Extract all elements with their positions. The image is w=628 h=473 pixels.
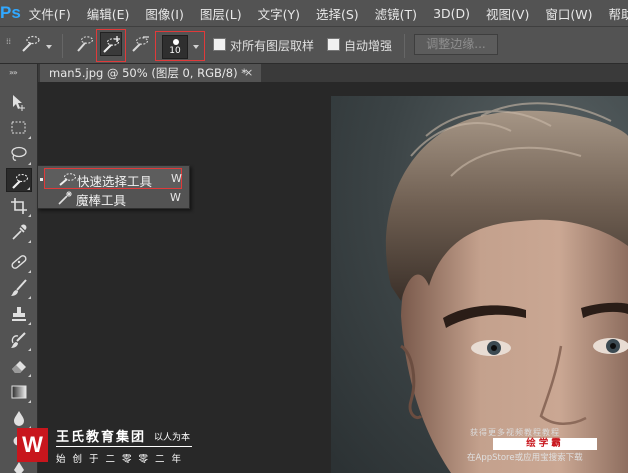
- submenu-corner-icon: [27, 187, 30, 190]
- brand-subtitle: 以人为本: [154, 433, 191, 443]
- blur-tool[interactable]: [6, 406, 32, 430]
- healing-brush-tool[interactable]: [6, 250, 32, 274]
- submenu-corner-icon: [28, 240, 31, 243]
- brush-picker-highlight: 10: [155, 31, 205, 61]
- marquee-tool[interactable]: [6, 116, 32, 140]
- new-selection-brush-icon: [77, 36, 94, 52]
- brand-logo: W: [17, 428, 48, 462]
- move-icon: [13, 95, 25, 111]
- water-drop-icon: [14, 411, 24, 426]
- menu-select[interactable]: 选择(S): [308, 4, 367, 23]
- eyedropper-tool[interactable]: [6, 220, 32, 244]
- menu-view[interactable]: 视图(V): [478, 4, 537, 23]
- photoshop-logo: Ps: [0, 3, 21, 22]
- menu-type[interactable]: 文字(Y): [250, 4, 308, 23]
- crop-icon: [11, 198, 27, 214]
- ad-text-top: 获得更多视频教程教程: [470, 428, 560, 437]
- pen-icon: [14, 462, 24, 473]
- ad-brand: 绘学霸: [493, 438, 597, 450]
- menu-image[interactable]: 图像(I): [137, 4, 191, 23]
- quick-selection-tool[interactable]: [6, 168, 32, 192]
- crop-tool[interactable]: [6, 194, 32, 218]
- magic-wand-icon: [58, 191, 72, 205]
- divider: [62, 34, 63, 58]
- brand-title: 王氏教育集团: [56, 430, 147, 445]
- menu-window[interactable]: 窗口(W): [537, 4, 600, 23]
- options-grip-icon: ⁞⁞: [6, 37, 12, 46]
- menu-filter[interactable]: 滤镜(T): [367, 4, 425, 23]
- add-to-selection-button[interactable]: [100, 32, 122, 56]
- stamp-icon: [12, 307, 26, 321]
- submenu-corner-icon: [28, 136, 31, 139]
- menu-file[interactable]: 文件(F): [21, 4, 79, 23]
- brush-size-value: 10: [169, 46, 181, 56]
- divider: [56, 446, 192, 447]
- divider: [404, 34, 405, 58]
- submenu-corner-icon: [28, 400, 31, 403]
- eraser-tool[interactable]: [6, 354, 32, 378]
- menu-layer[interactable]: 图层(L): [192, 4, 250, 23]
- quick-selection-preset-icon: [22, 35, 40, 52]
- chevron-down-icon[interactable]: [193, 45, 199, 49]
- submenu-corner-icon: [28, 374, 31, 377]
- new-selection-button[interactable]: [74, 32, 96, 56]
- submenu-corner-icon: [28, 214, 31, 217]
- flyout-shortcut: W: [170, 191, 181, 204]
- history-brush-tool[interactable]: [6, 328, 32, 352]
- brush-picker[interactable]: 10: [162, 35, 188, 59]
- brush-tool[interactable]: [6, 276, 32, 300]
- flyout-label: 魔棒工具: [76, 193, 127, 208]
- gradient-icon: [11, 385, 27, 399]
- selected-bullet-icon: [40, 178, 43, 181]
- submenu-corner-icon: [28, 270, 31, 273]
- document-image[interactable]: [331, 96, 628, 473]
- ad-text-bottom: 在AppStore或应用宝搜索下载: [467, 453, 583, 463]
- flyout-item-magic-wand[interactable]: 魔棒工具 W: [38, 188, 189, 209]
- gradient-tool[interactable]: [6, 380, 32, 404]
- document-tab[interactable]: man5.jpg @ 50% (图层 0, RGB/8) *: [40, 64, 261, 82]
- chevron-down-icon: [46, 45, 52, 49]
- brush-icon: [11, 279, 27, 296]
- flyout-item-quick-selection[interactable]: 快速选择工具 W: [40, 168, 182, 189]
- refine-edge-button[interactable]: 调整边缘...: [414, 34, 498, 55]
- clone-stamp-tool[interactable]: [6, 302, 32, 326]
- eyedropper-icon: [12, 224, 27, 240]
- tools-panel: »»: [0, 64, 38, 473]
- lasso-icon: [11, 146, 27, 161]
- tool-preset-picker[interactable]: [20, 32, 52, 56]
- history-brush-icon: [11, 332, 26, 348]
- subtract-from-selection-brush-icon: [132, 36, 149, 52]
- submenu-corner-icon: [28, 322, 31, 325]
- move-tool[interactable]: [6, 90, 32, 114]
- panel-grip-icon: »»: [9, 68, 18, 77]
- selection-tools-flyout: 快速选择工具 W 魔棒工具 W: [37, 165, 190, 209]
- add-to-selection-brush-icon: [103, 36, 120, 53]
- menu-3d[interactable]: 3D(D): [425, 6, 478, 21]
- eraser-icon: [12, 361, 26, 373]
- submenu-corner-icon: [28, 296, 31, 299]
- close-icon[interactable]: ×: [244, 64, 256, 82]
- auto-enhance-label: 自动增强: [344, 39, 393, 53]
- flyout-shortcut: W: [171, 172, 182, 185]
- subtract-from-selection-button[interactable]: [130, 32, 152, 56]
- rectangular-marquee-icon: [11, 121, 26, 134]
- sample-all-layers-checkbox[interactable]: [213, 38, 226, 51]
- menu-edit[interactable]: 编辑(E): [79, 4, 138, 23]
- auto-enhance-checkbox[interactable]: [327, 38, 340, 51]
- submenu-corner-icon: [28, 162, 31, 165]
- lasso-tool[interactable]: [6, 142, 32, 166]
- brush-tip-icon: [173, 39, 179, 45]
- menubar: Ps 文件(F) 编辑(E) 图像(I) 图层(L) 文字(Y) 选择(S) 滤…: [0, 0, 628, 26]
- quick-selection-icon: [59, 173, 76, 186]
- menu-help[interactable]: 帮助: [600, 4, 628, 23]
- bandage-icon: [11, 255, 27, 269]
- brand-motto: 始创于二零零二年: [56, 454, 189, 465]
- submenu-corner-icon: [28, 348, 31, 351]
- sample-all-layers-label: 对所有图层取样: [230, 39, 315, 53]
- options-bar: ⁞⁞ 10 对所有图层取样 自动增强 调整边缘...: [0, 26, 628, 64]
- portrait-image: [385, 102, 628, 473]
